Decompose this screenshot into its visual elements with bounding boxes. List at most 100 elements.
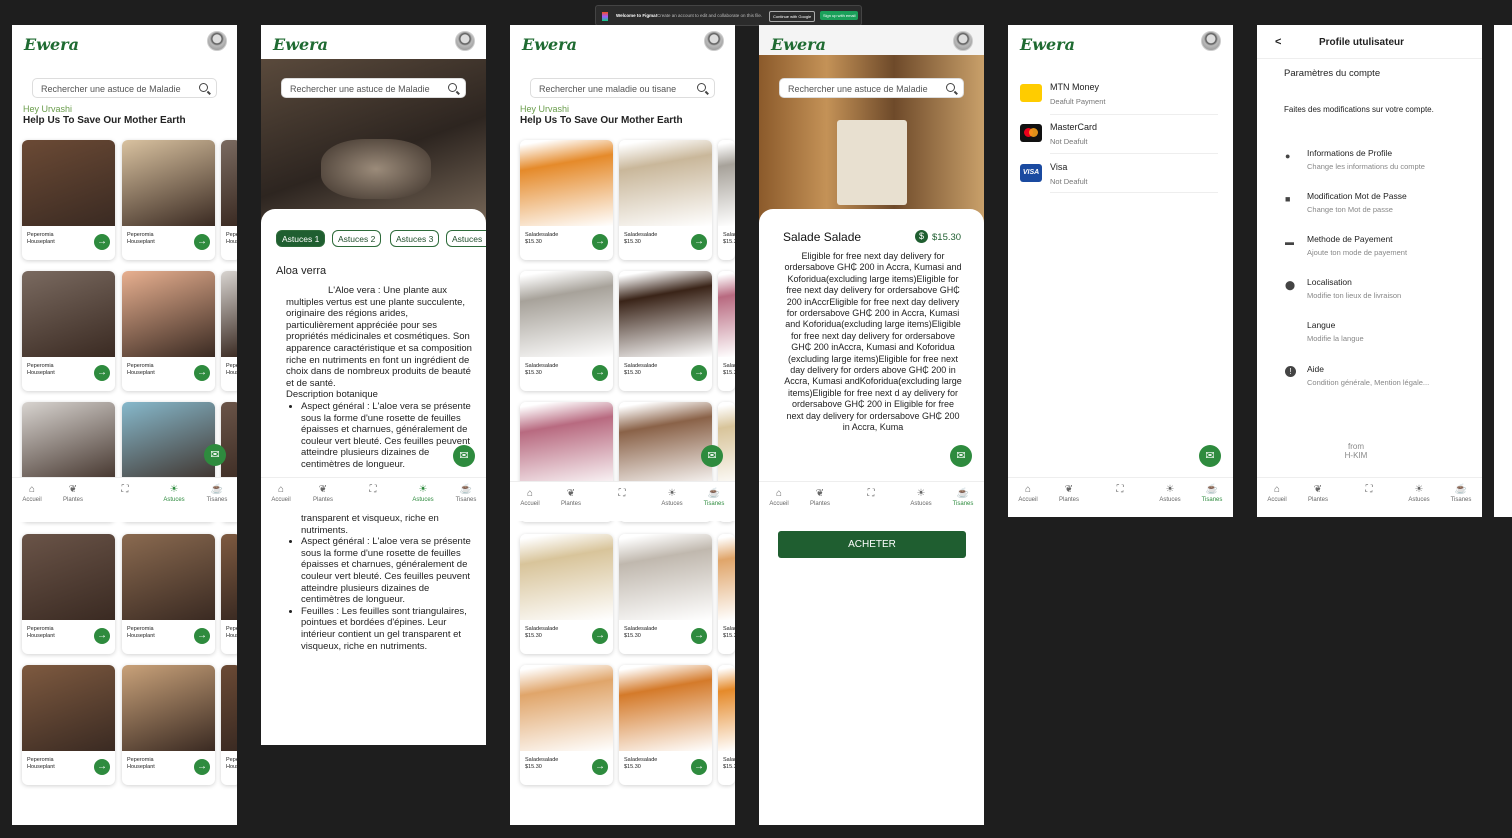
nav-plants[interactable]: ❦ Plantes (1298, 484, 1338, 503)
arrow-right-icon[interactable]: → (691, 365, 707, 381)
arrow-right-icon[interactable]: → (94, 234, 110, 250)
nav-plants[interactable]: ❦ Plantes (53, 484, 93, 503)
arrow-right-icon[interactable]: → (94, 628, 110, 644)
product-card[interactable]: Saladesalade$15.30 (718, 534, 735, 654)
arrow-right-icon[interactable]: → (94, 365, 110, 381)
nav-home[interactable]: ⌂ Accueil (1008, 484, 1048, 503)
product-card[interactable]: Saladesalade$15.30 → (619, 534, 712, 654)
plant-card[interactable]: PeperomiaHouseplant (221, 140, 237, 260)
product-card[interactable]: Saladesalade$15.30 → (520, 665, 613, 785)
back-button[interactable]: < (1275, 36, 1281, 48)
tab-astuces-2[interactable]: Astuces 2 (332, 230, 382, 247)
nav-plants[interactable]: ❦ Plantes (551, 488, 591, 507)
plant-card[interactable]: PeperomiaHouseplant (221, 534, 237, 654)
arrow-right-icon[interactable]: → (592, 628, 608, 644)
nav-teas[interactable]: ☕ Tisanes (943, 488, 983, 507)
plant-card[interactable]: PeperomiaHouseplant → (122, 534, 215, 654)
product-card[interactable]: Saladesalade$15.30 → (619, 271, 712, 391)
arrow-right-icon[interactable]: → (592, 234, 608, 250)
scan-icon: ⛶ (867, 488, 875, 499)
product-card[interactable]: Saladesalade$15.30 → (520, 271, 613, 391)
nav-teas[interactable]: ☕ Tisanes (446, 484, 486, 503)
nav-scan[interactable]: ⛶ (1349, 484, 1389, 497)
nav-tips[interactable]: ☀ Astuces (154, 484, 194, 503)
google-button[interactable]: Continue with Google (769, 11, 816, 22)
search-input[interactable]: Rechercher une astuce de Maladie (779, 78, 964, 98)
arrow-right-icon[interactable]: → (194, 628, 210, 644)
search-icon[interactable] (448, 83, 457, 92)
product-card[interactable]: Saladesalade$15.30 (718, 665, 735, 785)
plant-card[interactable]: PeperomiaHouseplant → (22, 271, 115, 391)
nav-tips[interactable]: ☀ Astuces (1150, 484, 1190, 503)
product-card[interactable]: Saladesalade$15.30 → (619, 665, 712, 785)
nav-teas[interactable]: ☕ Tisanes (1441, 484, 1481, 503)
avatar[interactable] (1201, 31, 1221, 51)
arrow-right-icon[interactable]: → (691, 759, 707, 775)
nav-home[interactable]: ⌂ Accueil (261, 484, 301, 503)
nav-scan[interactable]: ⛶ (851, 488, 891, 501)
product-card[interactable]: Saladesalade$15.30 → (520, 140, 613, 260)
chat-button[interactable]: ✉ (204, 444, 226, 466)
nav-tips[interactable]: ☀ Astuces (901, 488, 941, 507)
avatar[interactable] (455, 31, 475, 51)
arrow-right-icon[interactable]: → (592, 365, 608, 381)
nav-home[interactable]: ⌂ Accueil (1257, 484, 1297, 503)
plant-card[interactable]: PeperomiaHouseplant → (22, 534, 115, 654)
buy-button[interactable]: ACHETER (778, 531, 966, 558)
plant-card[interactable]: PeperomiaHouseplant → (122, 665, 215, 785)
nav-tips[interactable]: ☀ Astuces (652, 488, 692, 507)
nav-plants[interactable]: ❦ Plantes (1049, 484, 1089, 503)
nav-teas[interactable]: ☕ Tisanes (1192, 484, 1232, 503)
tab-astuces-4[interactable]: Astuces (446, 230, 486, 247)
product-card[interactable]: Saladesalade$15.30 → (619, 140, 712, 260)
tab-astuces-3[interactable]: Astuces 3 (390, 230, 440, 247)
arrow-right-icon[interactable]: → (592, 759, 608, 775)
chat-button[interactable]: ✉ (701, 445, 723, 467)
card-image (221, 534, 237, 620)
search-input[interactable]: Rechercher une astuce de Maladie (281, 78, 466, 98)
nav-scan[interactable]: ⛶ (1100, 484, 1140, 497)
plant-card[interactable]: PeperomiaHouseplant (221, 271, 237, 391)
avatar[interactable] (953, 31, 973, 51)
nav-tips[interactable]: ☀ Astuces (1399, 484, 1439, 503)
nav-home[interactable]: ⌂ Accueil (759, 488, 799, 507)
search-input[interactable]: Rechercher une maladie ou tisane (530, 78, 715, 98)
arrow-right-icon[interactable]: → (194, 365, 210, 381)
product-card[interactable]: Saladesalade$15.30 (718, 140, 735, 260)
plant-card[interactable]: PeperomiaHouseplant → (22, 140, 115, 260)
nav-tips[interactable]: ☀ Astuces (403, 484, 443, 503)
arrow-right-icon[interactable]: → (691, 628, 707, 644)
tab-astuces-1[interactable]: Astuces 1 (276, 230, 326, 247)
arrow-right-icon[interactable]: → (94, 759, 110, 775)
chat-button[interactable]: ✉ (1199, 445, 1221, 467)
arrow-right-icon[interactable]: → (194, 759, 210, 775)
nav-home[interactable]: ⌂ Accueil (510, 488, 550, 507)
arrow-right-icon[interactable]: → (691, 234, 707, 250)
plant-card[interactable]: PeperomiaHouseplant → (122, 271, 215, 391)
chat-button[interactable]: ✉ (950, 445, 972, 467)
brand-logo: Ewera (24, 35, 79, 54)
search-icon[interactable] (946, 83, 955, 92)
arrow-right-icon[interactable]: → (194, 234, 210, 250)
search-icon[interactable] (697, 83, 706, 92)
search-input[interactable]: Rechercher une astuce de Maladie (32, 78, 217, 98)
nav-home[interactable]: ⌂ Accueil (12, 484, 52, 503)
nav-teas[interactable]: ☕ Tisanes (694, 488, 734, 507)
product-card[interactable]: Saladesalade$15.30 (718, 271, 735, 391)
plant-card[interactable]: PeperomiaHouseplant → (122, 140, 215, 260)
avatar[interactable] (704, 31, 724, 51)
nav-scan[interactable]: ⛶ (353, 484, 393, 497)
search-icon[interactable] (199, 83, 208, 92)
nav-scan[interactable]: ⛶ (602, 488, 642, 501)
plant-card[interactable]: PeperomiaHouseplant → (22, 665, 115, 785)
product-card[interactable]: Saladesalade$15.30 → (520, 534, 613, 654)
chat-button[interactable]: ✉ (453, 445, 475, 467)
nav-teas[interactable]: ☕ Tisanes (197, 484, 237, 503)
avatar[interactable] (207, 31, 227, 51)
home-icon: ⌂ (775, 488, 783, 499)
nav-plants[interactable]: ❦ Plantes (303, 484, 343, 503)
plant-card[interactable]: PeperomiaHouseplant (221, 665, 237, 785)
email-button[interactable]: Sign up with email (820, 11, 859, 20)
nav-plants[interactable]: ❦ Plantes (800, 488, 840, 507)
nav-scan[interactable]: ⛶ (105, 484, 145, 497)
